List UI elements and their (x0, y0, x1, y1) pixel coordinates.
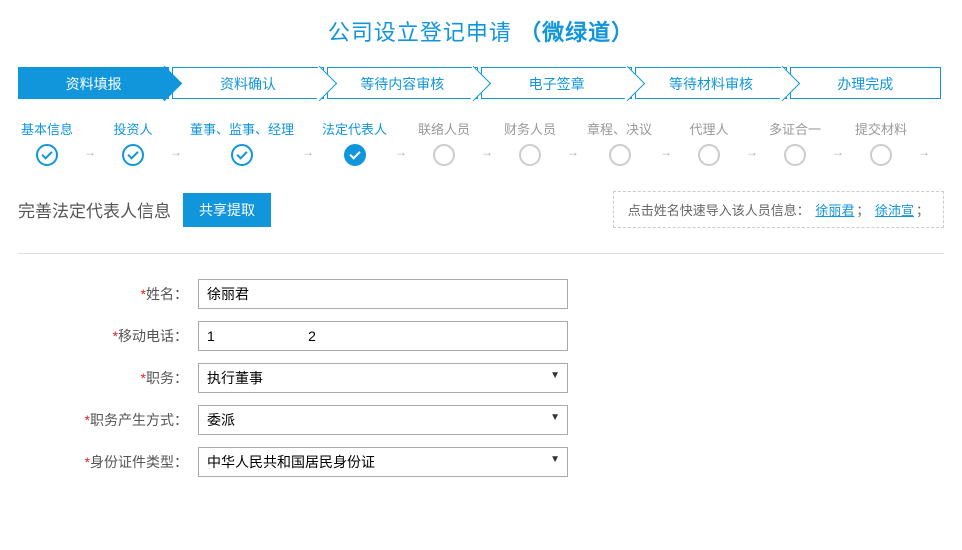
position-label: *职务： (18, 368, 198, 388)
idtype-label: *身份证件类型： (18, 452, 198, 472)
page-title-suffix: （微绿道） (519, 20, 634, 45)
mobile-input[interactable] (198, 321, 568, 351)
circle-icon (519, 144, 541, 166)
form-row-idtype: *身份证件类型： 中华人民共和国居民身份证 (18, 447, 944, 477)
sub-step-submit[interactable]: 提交材料 (852, 119, 910, 166)
section-header: 完善法定代表人信息 共享提取 点击姓名快速导入该人员信息： 徐丽君； 徐沛宣； (18, 191, 944, 228)
form-row-mobile: *移动电话： (18, 321, 944, 351)
arrow-icon: → (481, 127, 493, 159)
circle-icon (870, 144, 892, 166)
page-title-main: 公司设立登记申请 (328, 20, 512, 45)
sub-step-basic[interactable]: 基本信息 (18, 119, 76, 166)
sub-step-board[interactable]: 董事、监事、经理 (190, 119, 294, 166)
divider (18, 253, 944, 254)
arrow-icon: → (746, 127, 758, 159)
quick-import-link[interactable]: 徐沛宣 (875, 203, 914, 218)
mobile-label: *移动电话： (18, 326, 198, 346)
main-step-review[interactable]: 等待内容审核 (327, 67, 478, 99)
circle-icon (609, 144, 631, 166)
sub-step-investor[interactable]: 投资人 (104, 119, 162, 166)
sub-steps: 基本信息 → 投资人 → 董事、监事、经理 → 法定代表人 → 联络人员 → 财… (18, 119, 944, 166)
main-step-confirm[interactable]: 资料确认 (172, 67, 323, 99)
main-step-done[interactable]: 办理完成 (790, 67, 941, 99)
legal-rep-form: *姓名： *移动电话： *职务： 执行董事 *职务产生方式： 委派 *身份证件类… (18, 279, 944, 477)
check-icon (344, 144, 366, 166)
circle-icon (784, 144, 806, 166)
page-title: 公司设立登记申请 （微绿道） (0, 0, 962, 67)
sub-step-charter[interactable]: 章程、决议 (587, 119, 652, 166)
check-icon (36, 144, 58, 166)
check-icon (122, 144, 144, 166)
main-step-fill[interactable]: 资料填报 (18, 67, 169, 99)
form-row-appoint: *职务产生方式： 委派 (18, 405, 944, 435)
position-select[interactable]: 执行董事 (198, 363, 568, 393)
main-step-material[interactable]: 等待材料审核 (635, 67, 786, 99)
quick-import-link[interactable]: 徐丽君 (815, 203, 854, 218)
check-icon (231, 144, 253, 166)
sub-step-contact[interactable]: 联络人员 (415, 119, 473, 166)
id-type-select[interactable]: 中华人民共和国居民身份证 (198, 447, 568, 477)
arrow-icon: → (567, 127, 579, 159)
sub-step-agent[interactable]: 代理人 (680, 119, 738, 166)
arrow-icon: → (660, 127, 672, 159)
sub-step-finance[interactable]: 财务人员 (501, 119, 559, 166)
sub-step-legal-rep[interactable]: 法定代表人 (322, 119, 387, 166)
section-title: 完善法定代表人信息 (18, 197, 171, 222)
circle-icon (698, 144, 720, 166)
main-steps: 资料填报 资料确认 等待内容审核 电子签章 等待材料审核 办理完成 (18, 67, 944, 99)
arrow-icon: → (170, 127, 182, 159)
arrow-icon: → (832, 127, 844, 159)
sub-step-multicert[interactable]: 多证合一 (766, 119, 824, 166)
main-step-sign[interactable]: 电子签章 (481, 67, 632, 99)
quick-import-label: 点击姓名快速导入该人员信息： (628, 203, 810, 218)
extract-button[interactable]: 共享提取 (183, 193, 271, 227)
form-row-position: *职务： 执行董事 (18, 363, 944, 393)
circle-icon (433, 144, 455, 166)
arrow-icon: → (395, 127, 407, 159)
appoint-label: *职务产生方式： (18, 410, 198, 430)
name-label: *姓名： (18, 284, 198, 304)
name-input[interactable] (198, 279, 568, 309)
appoint-method-select[interactable]: 委派 (198, 405, 568, 435)
arrow-icon: → (302, 127, 314, 159)
quick-import-panel: 点击姓名快速导入该人员信息： 徐丽君； 徐沛宣； (613, 191, 944, 228)
arrow-icon: → (918, 127, 930, 159)
form-row-name: *姓名： (18, 279, 944, 309)
arrow-icon: → (84, 127, 96, 159)
